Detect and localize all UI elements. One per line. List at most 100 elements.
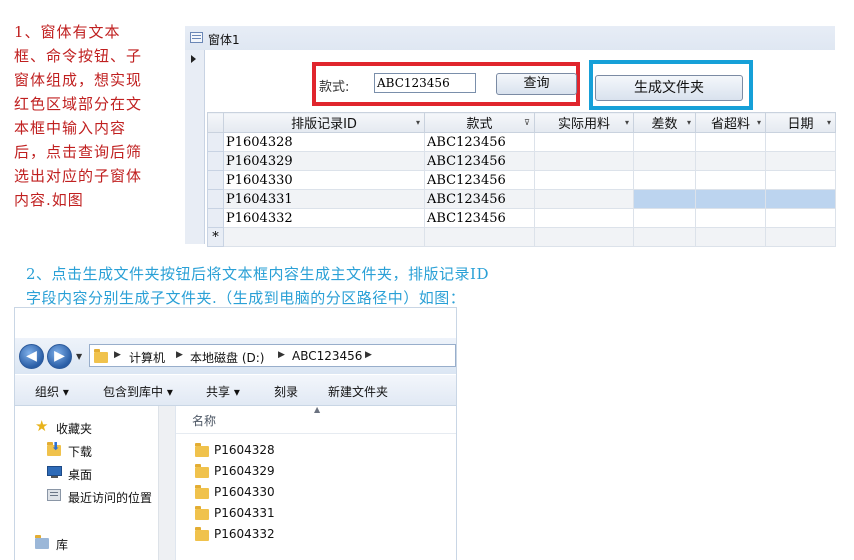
cell[interactable] (695, 227, 766, 247)
new-folder-button[interactable]: 新建文件夹 (328, 383, 388, 400)
query-button[interactable]: 查询 (496, 73, 577, 95)
row-selector[interactable] (207, 151, 224, 171)
folder-name: P1604331 (214, 506, 275, 520)
header-divider (176, 433, 456, 434)
style-cell[interactable]: ABC123456 (424, 151, 535, 171)
column-header[interactable]: 省超料 ▾ (695, 112, 766, 133)
form-tab[interactable]: 窗体1 (185, 26, 835, 51)
column-header[interactable]: 排版记录ID ▾ (223, 112, 425, 133)
cell[interactable] (765, 132, 836, 152)
cell[interactable] (633, 227, 696, 247)
cell[interactable] (534, 189, 634, 209)
forward-arrow-icon[interactable]: ▶ (47, 344, 72, 369)
share-menu[interactable]: 共享 ▾ (206, 383, 240, 400)
library-icon (35, 535, 51, 549)
cell[interactable] (424, 227, 535, 247)
style-cell[interactable]: ABC123456 (424, 189, 535, 209)
selected-cell[interactable] (633, 189, 696, 209)
history-dropdown-icon[interactable]: ▼ (76, 352, 82, 361)
annotation-line: 1、窗体有文本 (14, 23, 121, 41)
column-header[interactable]: 款式 ⊽ (424, 112, 535, 133)
table-row[interactable]: P1604332 ABC123456 (207, 208, 836, 228)
cell[interactable] (633, 170, 696, 190)
form-icon (190, 32, 203, 43)
chevron-right-icon[interactable]: ▶ (278, 350, 285, 360)
breadcrumb-item[interactable]: 计算机 (129, 349, 165, 366)
address-path[interactable]: ▶ 计算机 ▶ 本地磁盘 (D:) ▶ ABC123456 ▶ (89, 344, 456, 367)
annotation-line: 选出对应的子窗体 (14, 167, 143, 185)
cell[interactable] (633, 132, 696, 152)
access-form-window: 窗体1 款式: ABC123456 查询 生成文件夹 排版记录ID ▾ 款式 ⊽ 实… (185, 18, 836, 247)
chevron-right-icon[interactable]: ▶ (114, 350, 121, 360)
row-selector[interactable] (207, 132, 224, 152)
cell[interactable] (534, 208, 634, 228)
include-in-library-menu[interactable]: 包含到库中 ▾ (103, 383, 173, 400)
nav-downloads[interactable]: 下载 (68, 443, 92, 460)
subform-datasheet: 排版记录ID ▾ 款式 ⊽ 实际用料 ▾ 差数 ▾ 省超料 ▾ 日期 ▾ P1604328 … (207, 112, 836, 247)
generate-folder-button[interactable]: 生成文件夹 (595, 75, 743, 101)
current-record-arrow-icon (191, 55, 196, 63)
cell[interactable] (534, 227, 634, 247)
selected-cell[interactable] (695, 189, 766, 209)
annotation-line: 2、点击生成文件夹按钮后将文本框内容生成主文件夹，排版记录ID (26, 265, 489, 283)
style-input[interactable]: ABC123456 (374, 73, 476, 93)
nav-libraries[interactable]: 库 (56, 536, 68, 553)
folder-name: P1604328 (214, 443, 275, 457)
cell[interactable] (765, 170, 836, 190)
record-id-cell[interactable]: P1604331 (223, 189, 425, 209)
column-header[interactable]: 差数 ▾ (633, 112, 696, 133)
folder-name: P1604330 (214, 485, 275, 499)
record-id-cell[interactable]: P1604330 (223, 170, 425, 190)
style-cell[interactable]: ABC123456 (424, 208, 535, 228)
row-selector[interactable] (207, 170, 224, 190)
table-row[interactable]: P1604329 ABC123456 (207, 151, 836, 171)
name-column-header[interactable]: 名称 (192, 412, 216, 429)
select-all-corner[interactable] (207, 112, 224, 133)
cell[interactable] (534, 132, 634, 152)
cell[interactable] (695, 132, 766, 152)
cell[interactable] (633, 208, 696, 228)
cell[interactable] (765, 227, 836, 247)
nav-scrollbar[interactable] (158, 406, 175, 560)
cell[interactable] (633, 151, 696, 171)
cell[interactable] (695, 208, 766, 228)
new-record-row[interactable]: * (207, 227, 836, 247)
annotation-line: 框、命令按钮、子 (14, 47, 143, 65)
column-header[interactable]: 实际用料 ▾ (534, 112, 634, 133)
breadcrumb-item[interactable]: 本地磁盘 (D:) (190, 349, 264, 366)
sort-ascending-icon: ▲ (314, 405, 321, 414)
style-cell[interactable]: ABC123456 (424, 132, 535, 152)
record-id-cell[interactable]: P1604328 (223, 132, 425, 152)
nav-favorites[interactable]: 收藏夹 (56, 420, 92, 437)
breadcrumb-item[interactable]: ABC123456 (292, 349, 362, 363)
table-row[interactable]: P1604331 ABC123456 (207, 189, 836, 209)
style-cell[interactable]: ABC123456 (424, 170, 535, 190)
record-id-cell[interactable]: P1604329 (223, 151, 425, 171)
cell[interactable] (223, 227, 425, 247)
cell[interactable] (695, 170, 766, 190)
cell[interactable] (695, 151, 766, 171)
table-row[interactable]: P1604328 ABC123456 (207, 132, 836, 152)
burn-button[interactable]: 刻录 (274, 383, 298, 400)
cell[interactable] (534, 151, 634, 171)
folder-icon (195, 527, 209, 541)
cell[interactable] (765, 208, 836, 228)
table-row[interactable]: P1604330 ABC123456 (207, 170, 836, 190)
record-selector-bar[interactable] (185, 50, 205, 244)
row-selector[interactable] (207, 189, 224, 209)
column-header[interactable]: 日期 ▾ (765, 112, 836, 133)
folder-icon (94, 349, 108, 363)
record-id-cell[interactable]: P1604332 (223, 208, 425, 228)
selected-cell[interactable] (765, 189, 836, 209)
cell[interactable] (534, 170, 634, 190)
nav-desktop[interactable]: 桌面 (68, 466, 92, 483)
chevron-right-icon[interactable]: ▶ (176, 350, 183, 360)
chevron-right-icon[interactable]: ▶ (365, 350, 372, 360)
cell[interactable] (765, 151, 836, 171)
row-selector[interactable] (207, 208, 224, 228)
nav-recent-places[interactable]: 最近访问的位置 (68, 489, 152, 506)
back-arrow-icon[interactable]: ◀ (19, 344, 44, 369)
annotation-step-2: 2、点击生成文件夹按钮后将文本框内容生成主文件夹，排版记录ID 字段内容分别生成… (26, 262, 646, 310)
organize-menu[interactable]: 组织 ▾ (35, 383, 69, 400)
form-title: 窗体1 (208, 33, 240, 47)
